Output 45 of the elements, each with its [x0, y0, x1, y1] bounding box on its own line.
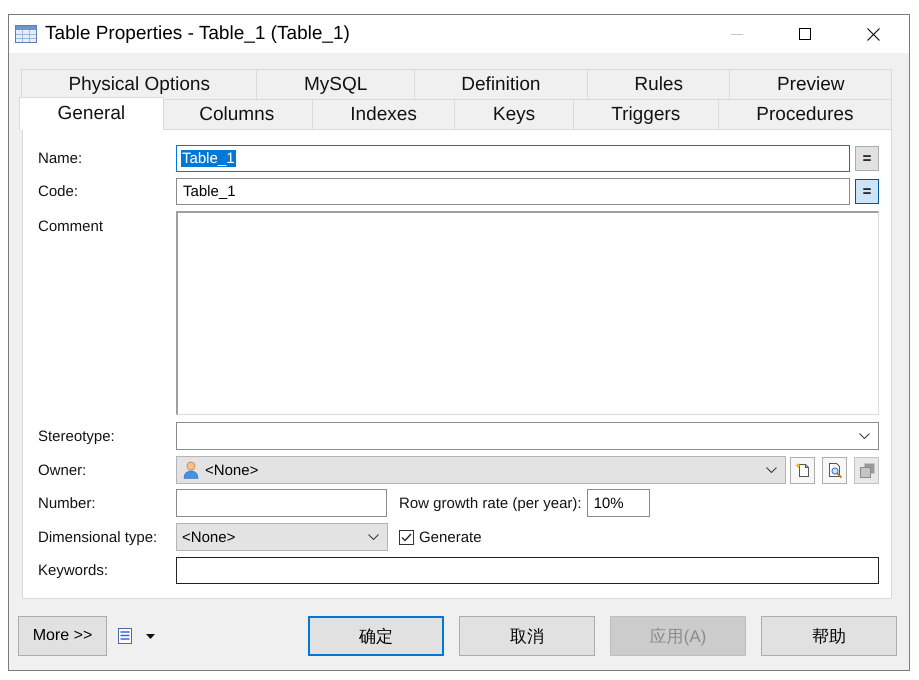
chevron-down-icon — [766, 467, 777, 473]
row-growth-rate-field[interactable]: 10% — [586, 489, 650, 517]
keywords-label: Keywords: — [38, 562, 110, 579]
close-icon[interactable] — [867, 28, 880, 40]
keywords-field[interactable] — [176, 557, 879, 584]
chevron-down-icon — [859, 433, 870, 439]
dimensional-type-label: Dimensional type: — [38, 528, 158, 546]
name-field[interactable]: Table_1 — [176, 145, 850, 172]
stereotype-label: Stereotype: — [38, 428, 116, 444]
checkbox[interactable] — [399, 530, 414, 544]
caret-down-icon[interactable] — [146, 634, 155, 638]
window-title: Table Properties - Table_1 (Table_1) — [45, 23, 350, 45]
number-field[interactable] — [176, 489, 387, 517]
page-magnifier-icon — [826, 462, 842, 478]
stereotype-combobox[interactable] — [176, 422, 879, 450]
browse-button[interactable] — [822, 456, 847, 484]
name-label: Name: — [38, 150, 84, 167]
ok-button[interactable]: 确定 — [308, 616, 444, 656]
tab[interactable]: Preview — [729, 69, 892, 99]
chevron-down-icon — [368, 534, 379, 540]
code-field[interactable]: Table_1 — [176, 178, 850, 205]
cancel-button[interactable]: 取消 — [459, 616, 595, 656]
equals-button[interactable]: = — [855, 146, 879, 171]
row-growth-rate-label: Row growth rate (per year): — [399, 494, 582, 512]
owner-combobox[interactable]: <None> — [176, 456, 786, 484]
table-icon — [15, 25, 37, 43]
help-button[interactable]: 帮助 — [761, 616, 897, 656]
stacked-squares-icon — [858, 462, 874, 478]
code-label: Code: — [38, 183, 80, 200]
new-page-icon — [794, 462, 810, 478]
person-icon — [183, 461, 199, 479]
dimensional-type-combobox[interactable]: <None> — [176, 523, 388, 551]
generate-label: Generate — [419, 528, 482, 546]
new-button[interactable] — [790, 456, 815, 484]
tab[interactable]: General — [19, 97, 164, 130]
equals-button[interactable]: = — [855, 179, 879, 204]
more-button[interactable]: More >> — [18, 616, 107, 656]
tab[interactable]: Procedures — [718, 99, 892, 129]
comment-field[interactable] — [176, 211, 879, 415]
tab[interactable]: Physical Options — [21, 69, 258, 99]
number-label: Number: — [38, 494, 97, 512]
maximize-icon[interactable] — [799, 28, 811, 40]
owner-label: Owner: — [38, 462, 88, 478]
comment-label: Comment — [38, 217, 104, 235]
document-icon[interactable] — [117, 627, 133, 645]
